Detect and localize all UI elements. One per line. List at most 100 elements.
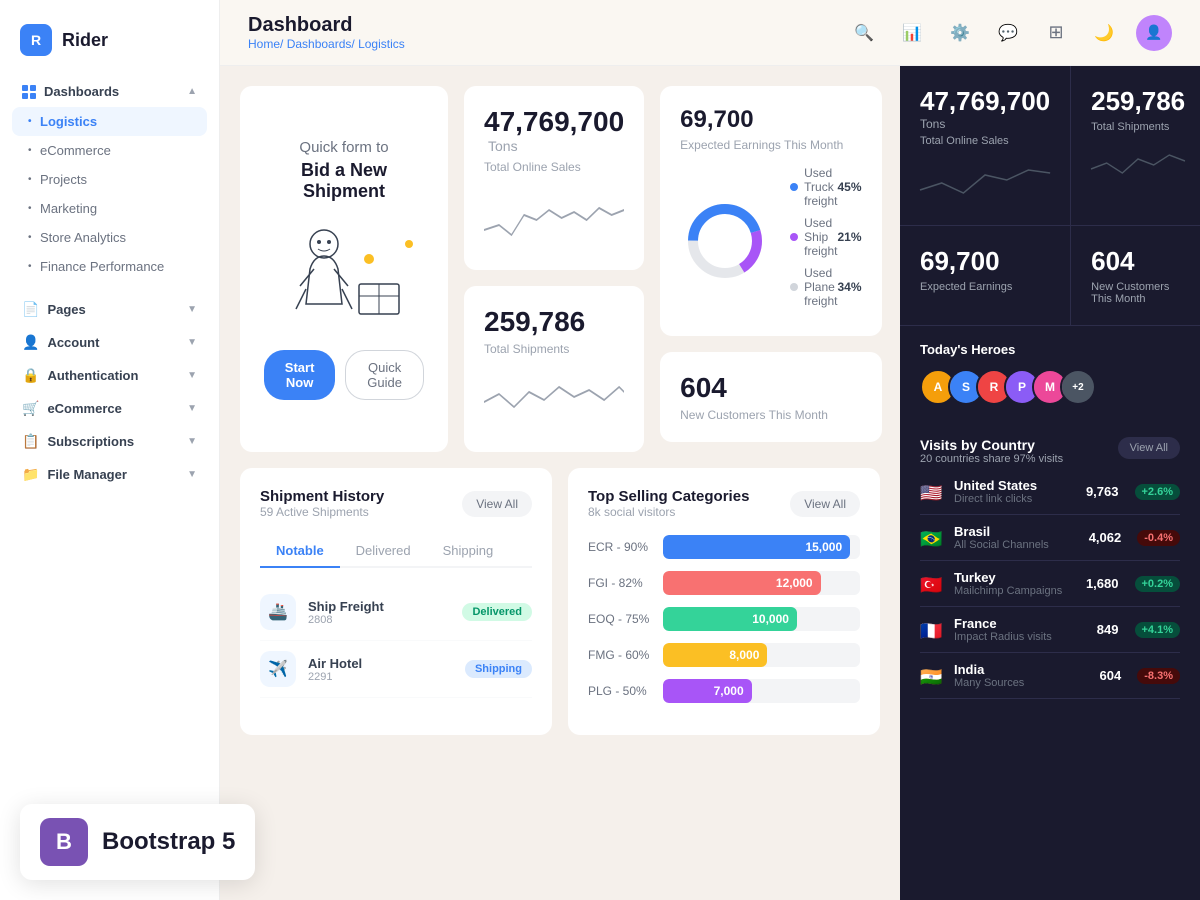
sidebar-category-subscriptions[interactable]: 📋 Subscriptions ▼ — [0, 425, 219, 458]
subscriptions-label: Subscriptions — [47, 434, 134, 449]
chevron-down-icon: ▼ — [187, 304, 197, 315]
country-item-1: 🇧🇷 Brasil All Social Channels 4,062 -0.4… — [920, 515, 1180, 561]
filemanager-label: File Manager — [47, 467, 126, 482]
tab-shipping[interactable]: Shipping — [427, 535, 510, 568]
main-area: Dashboard Home/ Dashboards/ Logistics 🔍 … — [220, 0, 1200, 900]
start-now-button[interactable]: Start Now — [264, 350, 335, 400]
search-icon[interactable]: 🔍 — [848, 17, 880, 49]
sidebar-item-store-analytics[interactable]: Store Analytics — [12, 223, 207, 252]
country-source-4: Many Sources — [954, 677, 1090, 689]
chevron-down-icon-2: ▼ — [187, 337, 197, 348]
country-source-3: Impact Radius visits — [954, 631, 1087, 643]
sidebar-item-logistics[interactable]: Logistics — [12, 107, 207, 136]
categories-view-all-button[interactable]: View All — [790, 491, 860, 517]
filemanager-icon: 📁 — [22, 466, 39, 483]
ship-num-0: 2808 — [308, 614, 384, 626]
top-selling-title: Top Selling Categories — [588, 488, 749, 505]
country-info-1: Brasil All Social Channels — [954, 524, 1079, 551]
shipment-history-card: Shipment History 59 Active Shipments Vie… — [240, 468, 552, 735]
donut-wrap: Used Truck freight 45% Used Ship freight… — [680, 166, 861, 316]
country-item-4: 🇮🇳 India Many Sources 604 -8.3% — [920, 653, 1180, 699]
page-title: Dashboard — [248, 14, 405, 37]
bars-container: ECR - 90% 15,000 FGI - 82% 12,000 EOQ - … — [588, 535, 860, 703]
sidebar: R Rider Dashboards ▲ Logistics eCommerce… — [0, 0, 220, 900]
header-left: Dashboard Home/ Dashboards/ Logistics — [248, 14, 405, 51]
shipment-item-1: ✈️ Air Hotel 2291 Shipping — [260, 641, 532, 698]
dark-stat-num-3: 604 — [1091, 246, 1185, 277]
sidebar-item-marketing[interactable]: Marketing — [12, 194, 207, 223]
country-name-2: Turkey — [954, 570, 1076, 585]
sidebar-item-projects[interactable]: Projects — [12, 165, 207, 194]
chart-icon[interactable]: 📊 — [896, 17, 928, 49]
watermark: B Bootstrap 5 — [20, 804, 255, 880]
sidebar-category-dashboards[interactable]: Dashboards ▲ — [12, 76, 207, 107]
air-icon: ✈️ — [260, 651, 296, 687]
dark-stat-1: 259,786 Total Shipments — [1071, 66, 1200, 226]
sidebar-item-finance[interactable]: Finance Performance — [12, 252, 207, 281]
hero-illustration — [264, 214, 424, 334]
ship-freight-icon: 🚢 — [260, 594, 296, 630]
bar-item-3: FMG - 60% 8,000 — [588, 643, 860, 667]
dark-stat-3: 604 New Customers This Month — [1071, 226, 1200, 325]
top-selling-subtitle: 8k social visitors — [588, 505, 749, 519]
total-shipments-number: 259,786 — [484, 306, 585, 337]
sales-shipments-col: 47,769,700 Tons Total Online Sales 259, — [464, 86, 644, 452]
theme-icon[interactable]: 🌙 — [1088, 17, 1120, 49]
sidebar-category-filemanager[interactable]: 📁 File Manager ▼ — [0, 458, 219, 491]
dark-stat-0: 47,769,700 Tons Total Online Sales — [900, 66, 1071, 226]
total-sales-unit: Tons — [488, 138, 518, 154]
bar-track-4: 7,000 — [663, 679, 860, 703]
ship-name-0: Ship Freight — [308, 599, 384, 614]
sidebar-category-account[interactable]: 👤 Account ▼ — [0, 326, 219, 359]
sidebar-category-auth[interactable]: 🔒 Authentication ▼ — [0, 359, 219, 392]
sales-mini-chart — [484, 190, 624, 250]
sidebar-category-ecommerce2[interactable]: 🛒 eCommerce ▼ — [0, 392, 219, 425]
hero-subtitle: Quick form to — [299, 139, 388, 156]
visits-title: Visits by Country — [920, 437, 1063, 453]
chevron-down-icon-5: ▼ — [187, 436, 197, 447]
bar-track-1: 12,000 — [663, 571, 860, 595]
tab-delivered[interactable]: Delivered — [340, 535, 427, 568]
message-icon[interactable]: 💬 — [992, 17, 1024, 49]
visits-view-all-button[interactable]: View All — [1118, 437, 1180, 459]
new-customers-label: New Customers This Month — [680, 408, 861, 422]
visits-subtitle: 20 countries share 97% visits — [920, 453, 1063, 465]
legend-plane: Used Plane freight 34% — [790, 266, 861, 308]
country-name-3: France — [954, 616, 1087, 631]
country-change-4: -8.3% — [1137, 668, 1180, 684]
auth-icon: 🔒 — [22, 367, 39, 384]
sidebar-item-ecommerce[interactable]: eCommerce — [12, 136, 207, 165]
country-info-4: India Many Sources — [954, 662, 1090, 689]
chevron-down-icon-3: ▼ — [187, 370, 197, 381]
content-area: Quick form to Bid a New Shipment — [220, 66, 1200, 900]
shipment-view-all-button[interactable]: View All — [462, 491, 532, 517]
bar-fill-1: 12,000 — [663, 571, 821, 595]
ship-num-1: 2291 — [308, 671, 362, 683]
bar-fill-2: 10,000 — [663, 607, 797, 631]
country-item-2: 🇹🇷 Turkey Mailchimp Campaigns 1,680 +0.2… — [920, 561, 1180, 607]
country-visits-3: 849 — [1097, 622, 1119, 637]
donut-legend: Used Truck freight 45% Used Ship freight… — [790, 166, 861, 316]
user-avatar[interactable]: 👤 — [1136, 15, 1172, 51]
grid-view-icon[interactable]: ⊞ — [1040, 17, 1072, 49]
country-item-0: 🇺🇸 United States Direct link clicks 9,76… — [920, 469, 1180, 515]
earnings-label: Expected Earnings This Month — [680, 138, 861, 152]
dashboards-icon — [22, 85, 36, 99]
sidebar-section-dashboards: Dashboards ▲ Logistics eCommerce Project… — [0, 76, 219, 281]
visits-title-group: Visits by Country 20 countries share 97%… — [920, 437, 1063, 465]
shipment-history-title: Shipment History — [260, 488, 384, 505]
hero-card: Quick form to Bid a New Shipment — [240, 86, 448, 452]
ship-status-0: Delivered — [462, 603, 532, 621]
sidebar-category-pages[interactable]: 📄 Pages ▼ — [0, 293, 219, 326]
new-customers-number: 604 — [680, 372, 727, 403]
chevron-up-icon: ▲ — [187, 86, 197, 97]
country-source-0: Direct link clicks — [954, 493, 1076, 505]
dark-stat-label-0: Total Online Sales — [920, 135, 1050, 147]
breadcrumb-home: Home/ — [248, 37, 283, 51]
settings-icon[interactable]: ⚙️ — [944, 17, 976, 49]
country-source-1: All Social Channels — [954, 539, 1079, 551]
country-source-2: Mailchimp Campaigns — [954, 585, 1076, 597]
tab-notable[interactable]: Notable — [260, 535, 340, 568]
quick-guide-button[interactable]: Quick Guide — [345, 350, 424, 400]
bar-label-4: PLG - 50% — [588, 684, 653, 698]
